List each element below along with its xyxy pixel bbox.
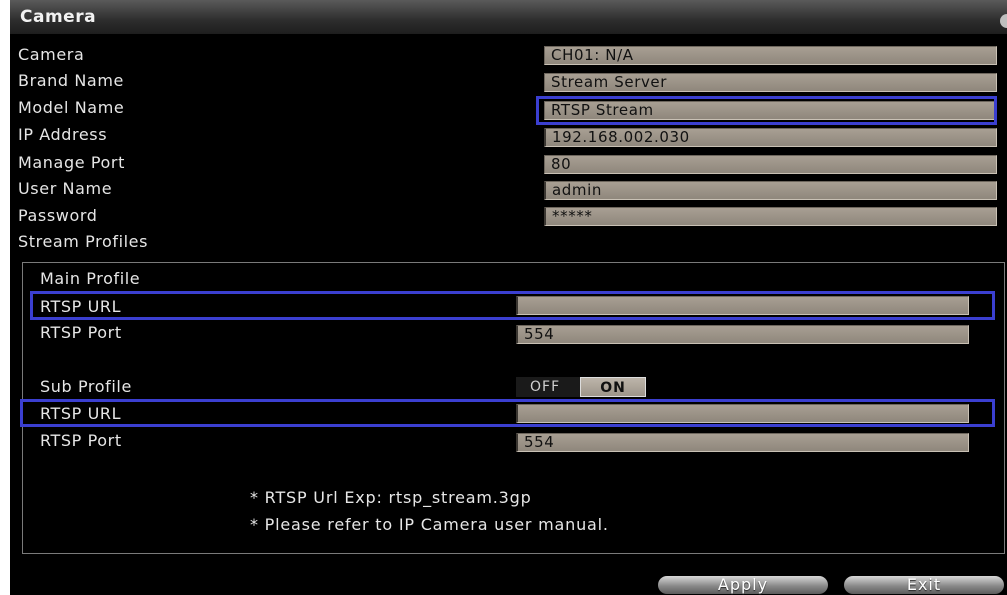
ip-address-field[interactable]: 192.168.002.030 bbox=[544, 128, 997, 147]
sub-profile-label: Sub Profile bbox=[40, 377, 132, 396]
manual-reference-note: * Please refer to IP Camera user manual. bbox=[250, 515, 609, 534]
window-control-icon[interactable] bbox=[1000, 14, 1007, 28]
exit-button[interactable]: Exit bbox=[844, 576, 1004, 594]
sub-profile-off-option[interactable]: OFF bbox=[516, 377, 580, 397]
ip-address-label: IP Address bbox=[18, 125, 108, 144]
brand-name-label: Brand Name bbox=[18, 71, 124, 90]
sub-profile-toggle[interactable]: OFF ON bbox=[516, 377, 646, 397]
rtsp-url-example-note: * RTSP Url Exp: rtsp_stream.3gp bbox=[250, 488, 532, 507]
sub-rtsp-port-label: RTSP Port bbox=[40, 431, 122, 450]
password-field[interactable]: ***** bbox=[544, 207, 997, 226]
user-name-field[interactable]: admin bbox=[544, 181, 997, 200]
camera-field[interactable]: CH01: N/A bbox=[544, 46, 997, 65]
sub-rtsp-port-field[interactable]: 554 bbox=[516, 433, 969, 452]
brand-name-field[interactable]: Stream Server bbox=[544, 73, 997, 92]
main-profile-label: Main Profile bbox=[40, 269, 141, 288]
stream-profiles-label: Stream Profiles bbox=[18, 232, 149, 251]
main-rtsp-port-field[interactable]: 554 bbox=[516, 325, 969, 344]
model-name-label: Model Name bbox=[18, 98, 125, 117]
camera-settings-window: Camera Camera CH01: N/A Brand Name Strea… bbox=[10, 0, 1007, 595]
sub-rtsp-url-highlight-box bbox=[20, 399, 995, 427]
sub-profile-on-option[interactable]: ON bbox=[580, 377, 646, 397]
manage-port-field[interactable]: 80 bbox=[544, 155, 997, 174]
user-name-label: User Name bbox=[18, 179, 113, 198]
title-bar: Camera bbox=[10, 0, 1007, 34]
main-rtsp-url-highlight-box bbox=[30, 291, 995, 320]
model-name-highlight-box bbox=[536, 96, 997, 125]
manage-port-label: Manage Port bbox=[18, 153, 125, 172]
main-rtsp-port-label: RTSP Port bbox=[40, 323, 122, 342]
apply-button[interactable]: Apply bbox=[658, 576, 828, 594]
password-label: Password bbox=[18, 206, 98, 225]
camera-label: Camera bbox=[18, 45, 85, 64]
window-title: Camera bbox=[20, 7, 97, 27]
